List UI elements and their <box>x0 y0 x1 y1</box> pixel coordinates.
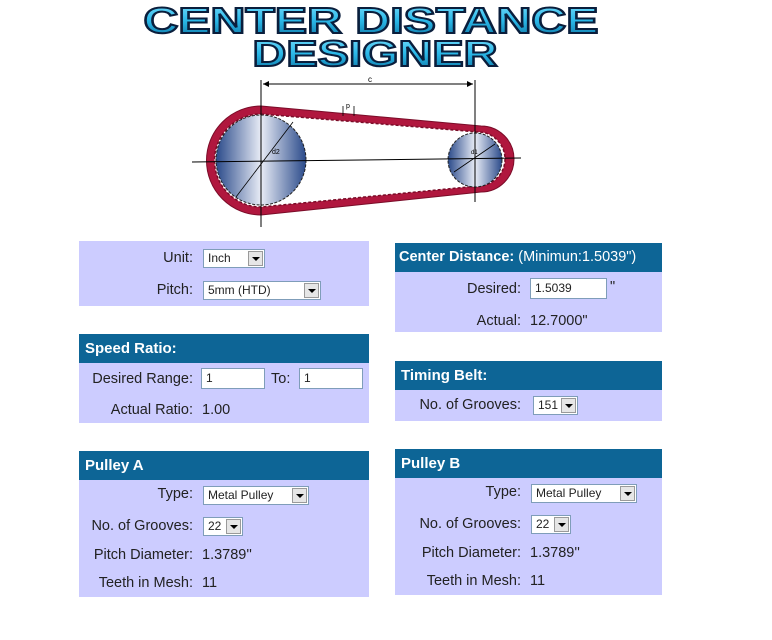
pitch-value: 5mm (HTD) <box>208 283 271 297</box>
desired-distance-input[interactable]: 1.5039 <box>530 278 607 299</box>
timing-belt-panel: Timing Belt: No. of Grooves: 151 <box>395 361 662 421</box>
belt-diagram: c d2 d1 p <box>191 75 522 227</box>
unit-value: Inch <box>208 251 231 265</box>
pulley-b-grooves-value: 22 <box>536 517 550 531</box>
center-distance-minimum: (Minimun:1.5039") <box>518 249 637 265</box>
pulley-a-pitch-diameter-label: Pitch Diameter: <box>93 547 193 563</box>
d1-label: d1 <box>471 150 478 156</box>
chevron-down-icon[interactable] <box>561 398 576 413</box>
pulley-a-type-label: Type: <box>157 486 193 502</box>
pulley-a-grooves-value: 22 <box>208 519 222 533</box>
desired-unit: " <box>610 279 616 295</box>
pulley-b-header: Pulley B <box>395 449 662 478</box>
pitch-select[interactable]: 5mm (HTD) <box>203 281 321 300</box>
pulley-a-teeth-label: Teeth in Mesh: <box>98 575 193 591</box>
actual-ratio-value: 1.00 <box>202 402 231 418</box>
ratio-to-input[interactable]: 1 <box>299 368 363 389</box>
pulley-b-grooves-select[interactable]: 22 <box>531 515 571 534</box>
pulley-a-type-value: Metal Pulley <box>208 488 274 502</box>
speed-ratio-header: Speed Ratio: <box>79 334 369 363</box>
desired-range-label: Desired Range: <box>92 371 193 387</box>
pulley-b-pitch-diameter-label: Pitch Diameter: <box>421 545 521 561</box>
app-title: CENTER DISTANCE DESIGNER <box>143 0 600 70</box>
pulley-b-type-label: Type: <box>485 484 521 500</box>
unit-label: Unit: <box>163 250 193 266</box>
chevron-down-icon[interactable] <box>292 488 307 503</box>
pulley-a-grooves-select[interactable]: 22 <box>203 517 243 536</box>
pulley-b-teeth-value: 11 <box>530 573 546 589</box>
chevron-down-icon[interactable] <box>304 283 319 298</box>
chevron-down-icon[interactable] <box>620 486 635 501</box>
desired-label: Desired: <box>467 281 521 297</box>
belt-grooves-select[interactable]: 151 <box>533 396 578 415</box>
settings-panel: Unit: Inch Pitch: 5mm (HTD) <box>79 241 369 306</box>
belt-grooves-label: No. of Grooves: <box>419 397 521 413</box>
chevron-down-icon[interactable] <box>554 517 569 532</box>
timing-belt-header: Timing Belt: <box>395 361 662 390</box>
pulley-b-type-select[interactable]: Metal Pulley <box>531 484 637 503</box>
actual-distance-value: 12.7000" <box>530 313 588 329</box>
pulley-a-teeth-value: 11 <box>202 575 218 591</box>
pulley-b-grooves-label: No. of Grooves: <box>419 516 521 532</box>
pulley-a-pitch-diameter-value: 1.3789'' <box>202 547 252 563</box>
ratio-from-input[interactable]: 1 <box>201 368 265 389</box>
pulley-b-pitch-diameter-value: 1.3789'' <box>530 545 580 561</box>
dimension-c-label: c <box>368 75 372 84</box>
chevron-down-icon[interactable] <box>226 519 241 534</box>
speed-ratio-panel: Speed Ratio: Desired Range: 1 To: 1 Actu… <box>79 334 369 423</box>
pitch-label: Pitch: <box>156 282 193 298</box>
pulley-b-panel: Pulley B Type: Metal Pulley No. of Groov… <box>395 449 662 595</box>
title-line-2: DESIGNER <box>253 33 498 70</box>
unit-select[interactable]: Inch <box>203 249 265 268</box>
center-distance-panel: Center Distance: (Minimun:1.5039") Desir… <box>395 243 662 332</box>
belt-grooves-value: 151 <box>538 398 559 412</box>
center-distance-header: Center Distance: (Minimun:1.5039") <box>395 243 662 272</box>
pulley-a-type-select[interactable]: Metal Pulley <box>203 486 309 505</box>
center-distance-title: Center Distance: <box>399 249 515 265</box>
pulley-a-grooves-label: No. of Grooves: <box>91 518 193 534</box>
pitch-p-label: p <box>346 103 350 110</box>
actual-ratio-label: Actual Ratio: <box>110 402 193 418</box>
pulley-b-type-value: Metal Pulley <box>536 486 602 500</box>
chevron-down-icon[interactable] <box>248 251 263 266</box>
actual-label: Actual: <box>476 313 521 329</box>
pulley-a-panel: Pulley A Type: Metal Pulley No. of Groov… <box>79 451 369 597</box>
pulley-a-header: Pulley A <box>79 451 369 480</box>
d2-label: d2 <box>272 149 280 156</box>
to-label: To: <box>271 371 291 387</box>
pulley-b-teeth-label: Teeth in Mesh: <box>426 573 521 589</box>
